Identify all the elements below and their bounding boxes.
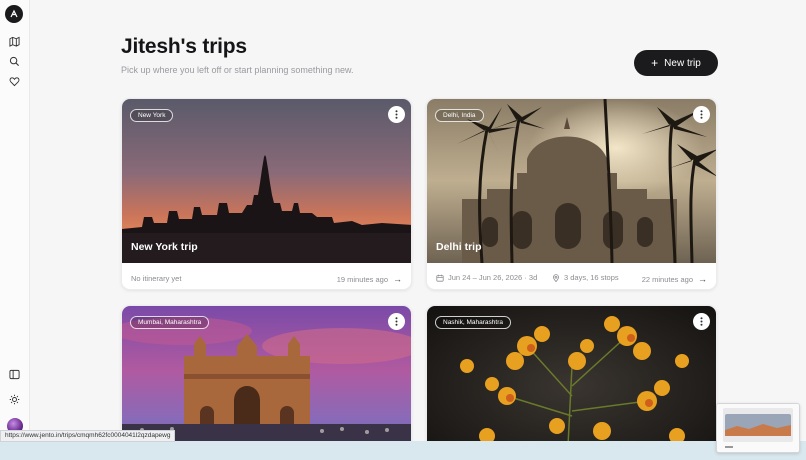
arrow-right-icon[interactable]: →: [698, 274, 707, 284]
logo-icon[interactable]: [5, 5, 23, 23]
itinerary-status: No itinerary yet: [131, 274, 182, 283]
card-menu-button[interactable]: [693, 313, 710, 330]
trip-cover-image: [427, 99, 716, 263]
trip-cover-image: [427, 306, 716, 460]
heart-icon[interactable]: [6, 73, 22, 89]
location-tag: New York: [130, 109, 174, 122]
location-tag: Nashik, Maharashtra: [435, 316, 511, 329]
card-footer: Jun 24 – Jun 26, 2026 · 3d 3 days, 16 st…: [427, 263, 716, 289]
window-preview-thumbnail[interactable]: [716, 403, 800, 453]
more-vertical-icon: [395, 110, 398, 119]
trip-dates: Jun 24 – Jun 26, 2026 · 3d: [448, 273, 538, 282]
trip-card-nashik[interactable]: Nashik, Maharashtra: [426, 305, 717, 460]
arrow-right-icon[interactable]: →: [393, 274, 402, 284]
card-menu-button[interactable]: [388, 106, 405, 123]
plus-icon: +: [651, 56, 659, 70]
browser-bottom-strip: [0, 441, 806, 460]
more-vertical-icon: [395, 317, 398, 326]
trip-card-new-york[interactable]: New York New York trip No itinerary yet …: [121, 98, 412, 290]
sun-icon[interactable]: [6, 391, 22, 407]
more-vertical-icon: [700, 110, 703, 119]
sidebar-panel-icon[interactable]: [6, 366, 22, 382]
page-title: Jitesh's trips: [121, 35, 247, 58]
more-vertical-icon: [700, 317, 703, 326]
new-trip-label: New trip: [664, 57, 701, 69]
location-tag: Mumbai, Maharashtra: [130, 316, 210, 329]
trip-name: Delhi trip: [436, 241, 482, 253]
location-pin-icon: [553, 273, 559, 282]
last-updated: 19 minutes ago: [336, 274, 388, 284]
card-menu-button[interactable]: [388, 313, 405, 330]
last-updated: 22 minutes ago: [641, 274, 693, 284]
card-footer: No itinerary yet 19 minutes ago →: [122, 263, 411, 289]
trip-name: New York trip: [131, 241, 198, 253]
status-bar-url: https://www.jento.in/trips/cmqmh62fc0004…: [0, 430, 176, 442]
sidebar: [0, 0, 30, 460]
calendar-icon: [436, 274, 444, 282]
card-menu-button[interactable]: [693, 106, 710, 123]
page-subtitle: Pick up where you left off or start plan…: [121, 65, 354, 75]
search-icon[interactable]: [6, 53, 22, 69]
trip-card-delhi[interactable]: Delhi, India Delhi trip Jun 24 – Jun 26,…: [426, 98, 717, 290]
map-icon[interactable]: [6, 33, 22, 49]
new-trip-button[interactable]: + New trip: [634, 50, 718, 76]
location-tag: Delhi, India: [435, 109, 484, 122]
trip-cover-image: [122, 99, 411, 263]
trip-stops: 3 days, 16 stops: [564, 273, 619, 282]
